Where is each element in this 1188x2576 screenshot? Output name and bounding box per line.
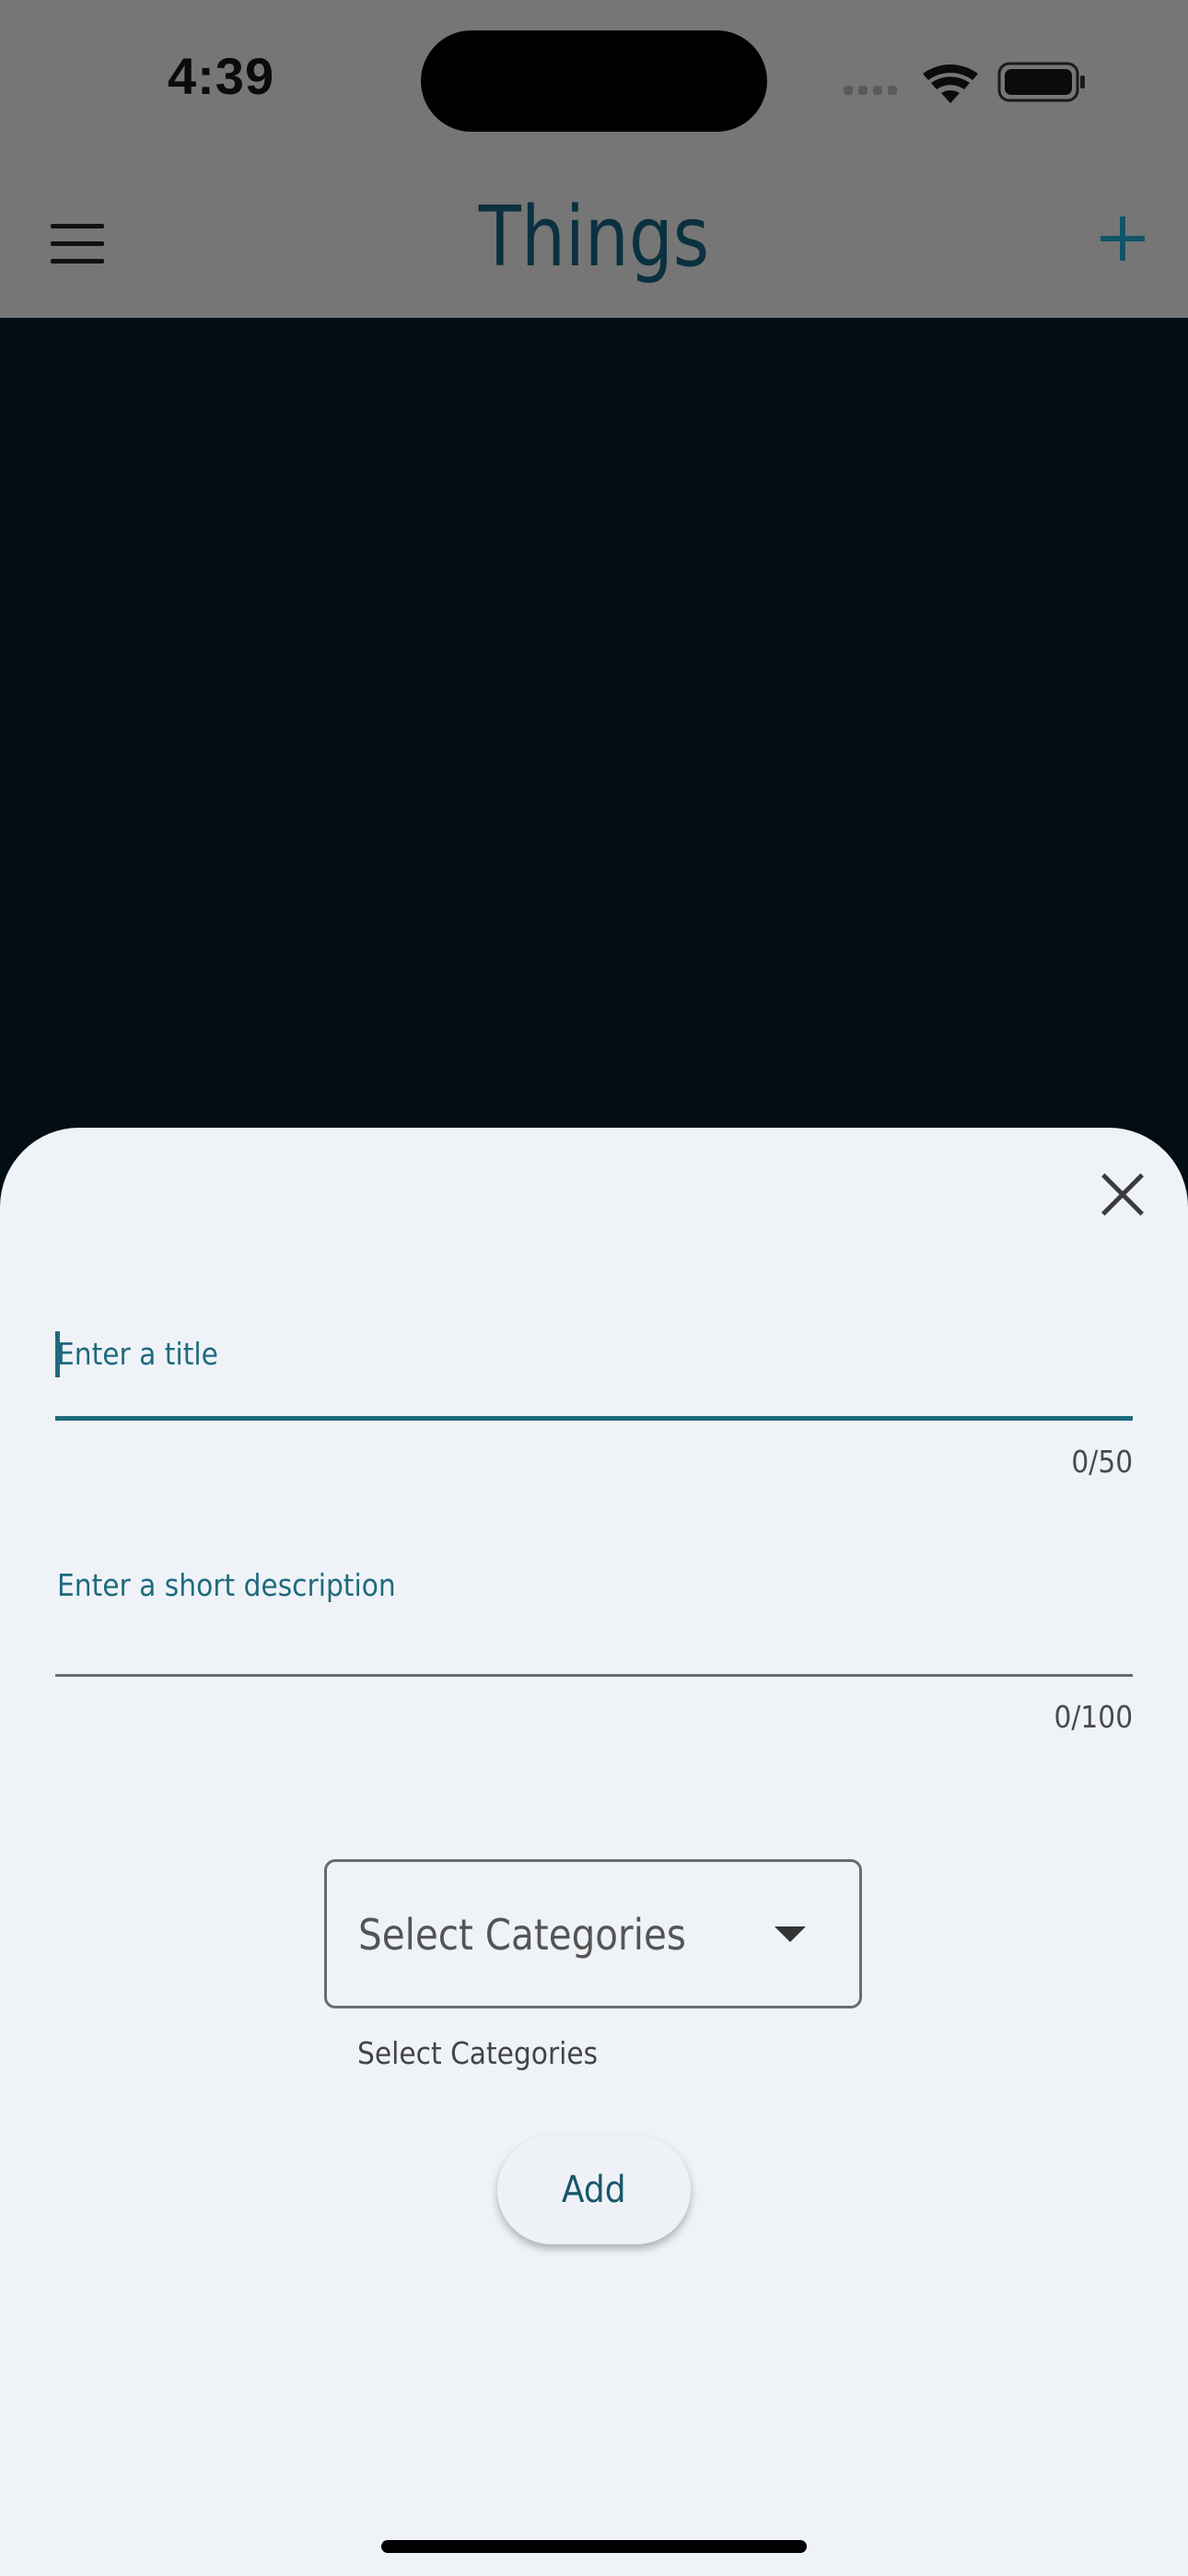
status-icons <box>844 62 1085 103</box>
home-indicator <box>381 2540 807 2553</box>
dynamic-island <box>421 30 767 132</box>
description-field[interactable]: Enter a short description 0/100 <box>55 1128 1133 1754</box>
status-bar: 4:39 <box>0 0 1188 161</box>
backdrop-scrim[interactable] <box>0 318 1188 1128</box>
description-underline <box>55 1674 1133 1677</box>
battery-icon <box>997 62 1085 102</box>
app-bar: Things <box>0 161 1188 318</box>
chevron-down-icon <box>775 1926 806 1942</box>
plus-icon[interactable] <box>1101 217 1145 261</box>
add-button[interactable]: Add <box>497 2136 691 2244</box>
description-counter: 0/100 <box>1054 1699 1133 1735</box>
add-button-label: Add <box>562 2169 626 2211</box>
categories-selected: Select Categories <box>358 1910 686 1960</box>
description-placeholder: Enter a short description <box>57 1567 396 1603</box>
wifi-icon <box>923 64 978 103</box>
page-title: Things <box>478 189 710 286</box>
categories-helper-text: Select Categories <box>357 2035 599 2071</box>
cellular-signal-icon <box>844 86 897 95</box>
categories-dropdown[interactable]: Select Categories <box>324 1859 862 2008</box>
status-time: 4:39 <box>168 47 275 105</box>
add-thing-sheet: Enter a title 0/50 Enter a short descrip… <box>0 1128 1188 2576</box>
